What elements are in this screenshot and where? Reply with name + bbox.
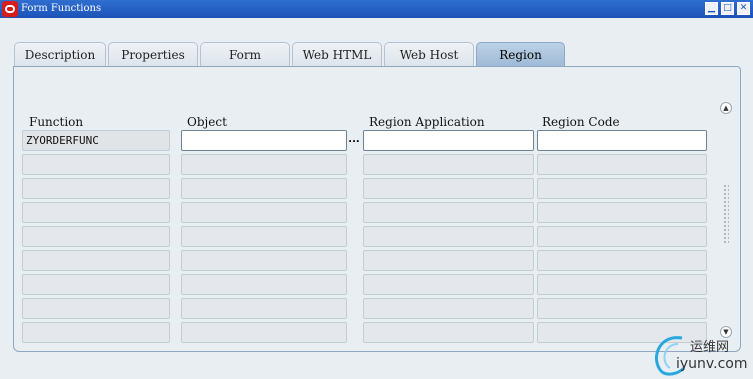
row-7-region-application-field[interactable] [363, 274, 534, 295]
row-9-object-field[interactable] [181, 322, 347, 343]
row-5-function-field[interactable] [22, 226, 170, 247]
row-7-object-field[interactable] [181, 274, 347, 295]
object-lov-button[interactable]: ... [347, 130, 361, 151]
column-header-object: Object [187, 115, 227, 129]
row-3-region-code-field[interactable] [537, 178, 707, 199]
tab-form[interactable]: Form [200, 42, 290, 66]
row-2-function-field[interactable] [22, 154, 170, 175]
tab-web-host[interactable]: Web Host [384, 42, 474, 66]
row-7-function-field[interactable] [22, 274, 170, 295]
row-5-region-application-field[interactable] [363, 226, 534, 247]
column-header-function: Function [29, 115, 84, 129]
row-1-region-application-field[interactable] [363, 130, 534, 151]
watermark-text-cn: 运维网 [690, 340, 730, 355]
row-7-region-code-field[interactable] [537, 274, 707, 295]
row-4-region-code-field[interactable] [537, 202, 707, 223]
row-2-region-application-field[interactable] [363, 154, 534, 175]
tab-properties[interactable]: Properties [108, 42, 198, 66]
row-5-region-code-field[interactable] [537, 226, 707, 247]
row-3-object-field[interactable] [181, 178, 347, 199]
column-header-region-application: Region Application [369, 115, 485, 129]
minimize-button[interactable]: ▁ [705, 2, 718, 15]
row-3-function-field[interactable] [22, 178, 170, 199]
window-titlebar[interactable]: Form Functions ▁ □ ✕ [0, 0, 753, 18]
window-title: Form Functions [21, 3, 102, 14]
site-watermark: 运维网 iyunv.com [648, 330, 752, 378]
row-1-function-field[interactable]: ZYORDERFUNC [22, 130, 170, 151]
row-9-region-application-field[interactable] [363, 322, 534, 343]
row-8-function-field[interactable] [22, 298, 170, 319]
row-4-object-field[interactable] [181, 202, 347, 223]
close-button[interactable]: ✕ [737, 2, 750, 15]
scroll-thumb-grip[interactable] [723, 184, 729, 244]
row-3-region-application-field[interactable] [363, 178, 534, 199]
row-5-object-field[interactable] [181, 226, 347, 247]
row-1-region-code-field[interactable] [537, 130, 707, 151]
row-8-region-application-field[interactable] [363, 298, 534, 319]
row-6-object-field[interactable] [181, 250, 347, 271]
tab-web-html[interactable]: Web HTML [292, 42, 382, 66]
vertical-scrollbar[interactable]: ▲ ▼ [719, 102, 733, 340]
maximize-button[interactable]: □ [721, 2, 734, 15]
row-2-region-code-field[interactable] [537, 154, 707, 175]
column-header-region-code: Region Code [542, 115, 620, 129]
row-2-object-field[interactable] [181, 154, 347, 175]
oracle-app-icon [2, 1, 18, 17]
row-8-region-code-field[interactable] [537, 298, 707, 319]
tab-description[interactable]: Description [14, 42, 106, 66]
scroll-up-icon[interactable]: ▲ [720, 102, 732, 114]
tab-region[interactable]: Region [476, 42, 565, 67]
row-6-region-code-field[interactable] [537, 250, 707, 271]
row-1-object-field[interactable] [181, 130, 347, 151]
row-9-function-field[interactable] [22, 322, 170, 343]
row-6-function-field[interactable] [22, 250, 170, 271]
row-8-object-field[interactable] [181, 298, 347, 319]
watermark-text-url: iyunv.com [676, 356, 748, 372]
row-4-region-application-field[interactable] [363, 202, 534, 223]
row-4-function-field[interactable] [22, 202, 170, 223]
row-6-region-application-field[interactable] [363, 250, 534, 271]
